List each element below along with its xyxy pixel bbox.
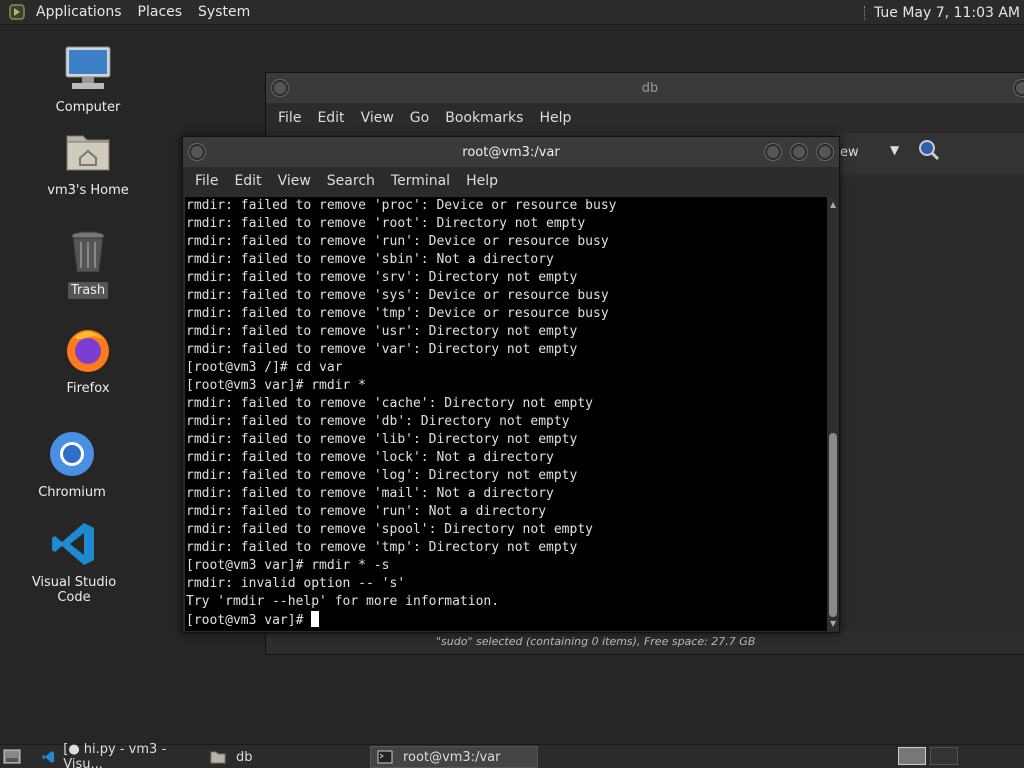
desktop-icon-label: Computer bbox=[55, 100, 121, 115]
terminal-line: rmdir: failed to remove 'usr': Directory… bbox=[186, 324, 578, 339]
terminal-lines: rmdir: failed to remove 'proc': Device o… bbox=[185, 197, 827, 630]
scroll-down-arrow-icon[interactable]: ▼ bbox=[830, 619, 836, 628]
terminal-line: rmdir: failed to remove 'run': Not a dir… bbox=[186, 504, 547, 519]
desktop-icon-home[interactable]: vm3's Home bbox=[28, 128, 148, 199]
computer-icon bbox=[64, 45, 112, 93]
distro-logo-icon[interactable] bbox=[8, 3, 26, 21]
desktop-icon-label: Chromium bbox=[38, 485, 106, 500]
scroll-up-arrow-icon[interactable]: ▲ bbox=[830, 200, 836, 209]
terminal-line: rmdir: failed to remove 'root': Director… bbox=[186, 216, 586, 231]
window-title: root@vm3:/var bbox=[462, 144, 560, 160]
terminal-line: rmdir: failed to remove 'sys': Device or… bbox=[186, 288, 609, 303]
terminal-line: rmdir: failed to remove 'run': Device or… bbox=[186, 234, 609, 249]
window-menu-button[interactable] bbox=[272, 80, 288, 96]
search-icon[interactable] bbox=[918, 139, 940, 165]
menu-edit[interactable]: Edit bbox=[309, 110, 352, 126]
desktop-icon-firefox[interactable]: Firefox bbox=[28, 326, 148, 397]
workspace-switcher-icon[interactable] bbox=[898, 747, 926, 765]
vscode-icon bbox=[42, 751, 55, 763]
terminal-line: rmdir: failed to remove 'srv': Directory… bbox=[186, 270, 578, 285]
file-manager-titlebar[interactable]: db bbox=[266, 73, 1024, 103]
desktop-icon-label: Trash bbox=[67, 282, 109, 299]
terminal-line: rmdir: invalid option -- 's' bbox=[186, 576, 406, 591]
top-panel: Applications Places System Tue May 7, 11… bbox=[0, 0, 1024, 25]
terminal-line: [root@vm3 /]# cd var bbox=[186, 360, 343, 375]
menu-places[interactable]: Places bbox=[130, 0, 191, 25]
desktop-icon-label: vm3's Home bbox=[47, 183, 129, 198]
terminal-titlebar[interactable]: root@vm3:/var bbox=[183, 137, 839, 167]
menu-edit[interactable]: Edit bbox=[226, 173, 269, 189]
terminal-line: rmdir: failed to remove 'tmp': Device or… bbox=[186, 306, 609, 321]
menu-system[interactable]: System bbox=[190, 0, 258, 25]
task-terminal[interactable]: root@vm3:/var bbox=[370, 746, 538, 768]
scrollbar-thumb[interactable] bbox=[829, 433, 837, 617]
vscode-icon bbox=[50, 520, 98, 568]
clock[interactable]: Tue May 7, 11:03 AM bbox=[874, 5, 1020, 21]
terminal-icon bbox=[377, 750, 393, 764]
terminal-line: [root@vm3 var]# rmdir * bbox=[186, 378, 367, 393]
chevron-down-icon[interactable]: ▼ bbox=[890, 143, 899, 157]
file-manager-menubar: File Edit View Go Bookmarks Help bbox=[266, 103, 1024, 133]
task-file-manager[interactable]: db bbox=[204, 746, 368, 768]
terminal-line: Try 'rmdir --help' for more information. bbox=[186, 594, 500, 609]
terminal-line: rmdir: failed to remove 'spool': Directo… bbox=[186, 522, 593, 537]
maximize-button[interactable] bbox=[791, 144, 807, 160]
desktop-icon-trash[interactable]: Trash bbox=[28, 228, 148, 299]
task-label: root@vm3:/var bbox=[403, 749, 501, 765]
terminal-line: rmdir: failed to remove 'mail': Not a di… bbox=[186, 486, 554, 501]
trash-icon bbox=[64, 228, 112, 276]
menu-go[interactable]: Go bbox=[402, 110, 437, 126]
bottom-panel: [● hi.py - vm3 - Visu... db root@vm3:/va… bbox=[0, 742, 1024, 768]
minimize-button[interactable] bbox=[765, 144, 781, 160]
terminal-line: rmdir: failed to remove 'sbin': Not a di… bbox=[186, 252, 554, 267]
desktop-icon-chromium[interactable]: Chromium bbox=[12, 430, 132, 501]
firefox-icon bbox=[64, 326, 112, 374]
terminal-line: rmdir: failed to remove 'tmp': Directory… bbox=[186, 540, 578, 555]
menu-search[interactable]: Search bbox=[319, 173, 383, 189]
menu-file[interactable]: File bbox=[187, 173, 226, 189]
terminal-window[interactable]: root@vm3:/var File Edit View Search Term… bbox=[182, 136, 840, 633]
menu-file[interactable]: File bbox=[270, 110, 309, 126]
terminal-line: rmdir: failed to remove 'db': Directory … bbox=[186, 414, 570, 429]
task-label: db bbox=[236, 749, 253, 765]
terminal-line: rmdir: failed to remove 'log': Directory… bbox=[186, 468, 578, 483]
menu-terminal[interactable]: Terminal bbox=[383, 173, 458, 189]
terminal-line: rmdir: failed to remove 'var': Directory… bbox=[186, 342, 578, 357]
desktop-icon-label: Firefox bbox=[66, 381, 110, 396]
terminal-line: rmdir: failed to remove 'lib': Directory… bbox=[186, 432, 578, 447]
terminal-line: rmdir: failed to remove 'lock': Not a di… bbox=[186, 450, 554, 465]
chromium-icon bbox=[48, 430, 96, 478]
terminal-cursor bbox=[311, 611, 320, 627]
menu-help[interactable]: Help bbox=[531, 110, 579, 126]
window-menu-button[interactable] bbox=[189, 144, 205, 160]
folder-icon bbox=[210, 751, 226, 764]
desktop-icon-computer[interactable]: Computer bbox=[28, 45, 148, 116]
window-control-button[interactable] bbox=[1014, 80, 1024, 96]
show-desktop-icon[interactable] bbox=[3, 749, 21, 768]
terminal-prompt-line[interactable]: [root@vm3 var]# bbox=[186, 611, 827, 630]
terminal-line: rmdir: failed to remove 'proc': Device o… bbox=[186, 198, 617, 213]
window-title: db bbox=[641, 80, 659, 96]
terminal-menubar: File Edit View Search Terminal Help bbox=[183, 167, 839, 195]
desktop-icon-label: Visual Studio Code bbox=[31, 575, 117, 605]
desktop-icon-vscode[interactable]: Visual Studio Code bbox=[14, 520, 134, 606]
view-mode-label[interactable]: ew bbox=[840, 145, 859, 160]
workspace-2[interactable] bbox=[930, 747, 958, 765]
terminal-line: rmdir: failed to remove 'cache': Directo… bbox=[186, 396, 593, 411]
task-label: [● hi.py - vm3 - Visu... bbox=[63, 742, 167, 768]
home-folder-icon bbox=[64, 128, 112, 176]
terminal-output[interactable]: rmdir: failed to remove 'proc': Device o… bbox=[185, 197, 827, 631]
task-vscode[interactable]: [● hi.py - vm3 - Visu... bbox=[36, 742, 202, 768]
close-button[interactable] bbox=[817, 144, 833, 160]
menu-applications[interactable]: Applications bbox=[28, 0, 130, 25]
file-manager-status: "sudo" selected (containing 0 items), Fr… bbox=[416, 630, 1024, 654]
panel-separator bbox=[863, 5, 866, 20]
menu-view[interactable]: View bbox=[353, 110, 402, 126]
menu-help[interactable]: Help bbox=[458, 173, 506, 189]
terminal-prompt: [root@vm3 var]# bbox=[186, 613, 312, 628]
menu-view[interactable]: View bbox=[270, 173, 319, 189]
menu-bookmarks[interactable]: Bookmarks bbox=[437, 110, 531, 126]
terminal-line: [root@vm3 var]# rmdir * -s bbox=[186, 558, 390, 573]
terminal-scrollbar[interactable]: ▲ ▼ bbox=[827, 197, 839, 631]
